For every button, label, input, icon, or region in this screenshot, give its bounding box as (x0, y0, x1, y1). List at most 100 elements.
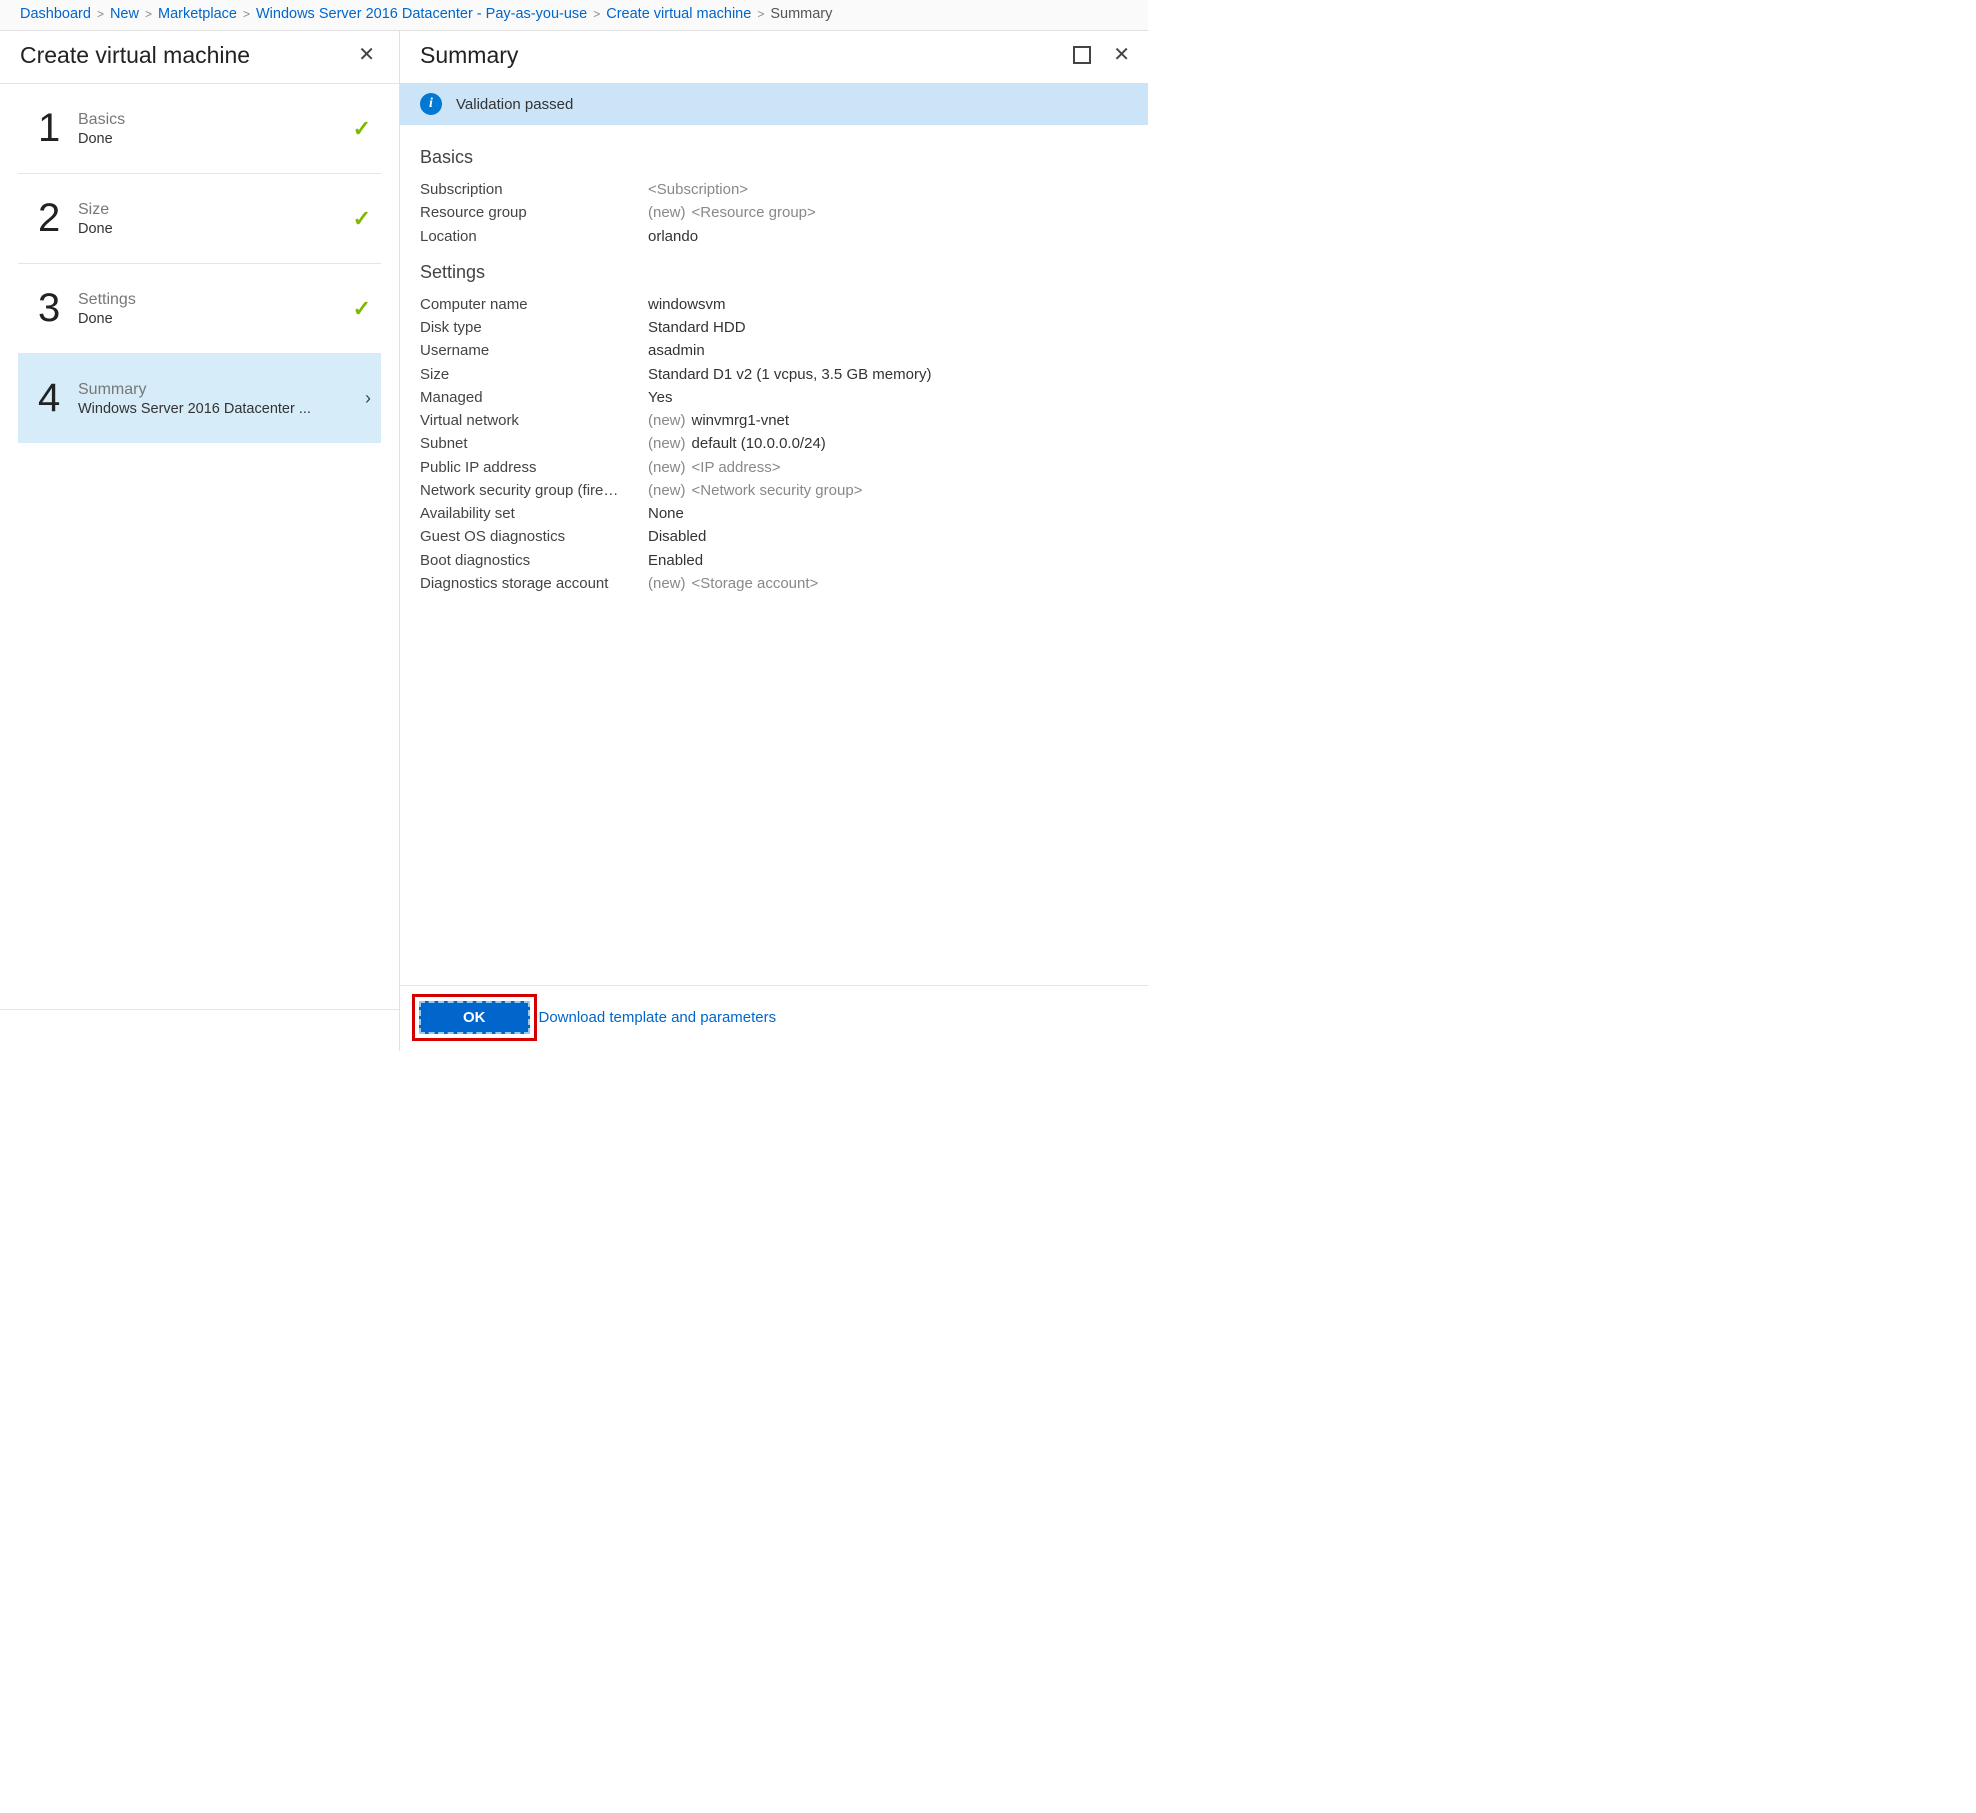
new-prefix: (new) (648, 459, 686, 476)
chevron-right-icon: > (145, 7, 152, 21)
kv-label: Public IP address (420, 456, 648, 479)
wizard-step[interactable]: 4Summary Windows Server 2016 Datacenter .… (18, 354, 381, 443)
kv-row: Resource group(new)<Resource group> (420, 201, 1128, 224)
kv-label: Availability set (420, 502, 648, 525)
kv-row: Guest OS diagnosticsDisabled (420, 525, 1128, 548)
kv-row: Diagnostics storage account(new)<Storage… (420, 572, 1128, 595)
download-template-link[interactable]: Download template and parameters (539, 1009, 777, 1026)
breadcrumb-item[interactable]: Windows Server 2016 Datacenter - Pay-as-… (256, 6, 587, 22)
kv-row: Usernameasadmin (420, 339, 1128, 362)
step-sublabel: Done (78, 221, 353, 237)
step-sublabel: Done (78, 131, 353, 147)
kv-value: (new)default (10.0.0.0/24) (648, 432, 826, 455)
kv-value: <Subscription> (648, 178, 748, 201)
kv-label: Managed (420, 386, 648, 409)
kv-row: SizeStandard D1 v2 (1 vcpus, 3.5 GB memo… (420, 363, 1128, 386)
kv-value: (new)<Resource group> (648, 201, 816, 224)
kv-value: asadmin (648, 339, 705, 362)
new-prefix: (new) (648, 435, 686, 452)
kv-value: Standard HDD (648, 316, 746, 339)
kv-label: Network security group (fire… (420, 479, 648, 502)
kv-label: Disk type (420, 316, 648, 339)
chevron-right-icon: > (593, 7, 600, 21)
close-icon[interactable]: ✕ (354, 41, 379, 69)
new-prefix: (new) (648, 412, 686, 429)
kv-value: orlando (648, 225, 698, 248)
step-number: 1 (38, 106, 78, 151)
left-panel-title: Create virtual machine (20, 42, 250, 69)
info-icon: i (420, 93, 442, 115)
kv-row: Locationorlando (420, 225, 1128, 248)
kv-row: Public IP address(new)<IP address> (420, 456, 1128, 479)
wizard-step[interactable]: 3Settings Done✓ (18, 264, 381, 354)
ok-highlight: OK (412, 994, 537, 1041)
new-prefix: (new) (648, 482, 686, 499)
restore-icon[interactable] (1073, 46, 1091, 64)
left-panel: Create virtual machine ✕ 1BasicsDone✓2Si… (0, 31, 400, 1051)
kv-row: ManagedYes (420, 386, 1128, 409)
check-icon: ✓ (353, 206, 371, 232)
kv-row: Computer namewindowsvm (420, 293, 1128, 316)
breadcrumb-item[interactable]: Create virtual machine (606, 6, 751, 22)
kv-value: (new)winvmrg1-vnet (648, 409, 789, 432)
step-sublabel: Done (78, 311, 353, 327)
check-icon: ✓ (353, 116, 371, 142)
kv-value: (new)<Storage account> (648, 572, 818, 595)
section-title: Settings (420, 262, 1128, 283)
step-label: Summary (78, 381, 365, 399)
validation-text: Validation passed (456, 96, 573, 113)
close-icon[interactable]: ✕ (1109, 41, 1134, 69)
kv-label: Computer name (420, 293, 648, 316)
chevron-right-icon: > (757, 7, 764, 21)
breadcrumb-item: Summary (770, 6, 832, 22)
kv-label: Subnet (420, 432, 648, 455)
right-panel-title: Summary (420, 42, 518, 69)
section-title: Basics (420, 147, 1128, 168)
validation-banner: i Validation passed (400, 83, 1148, 125)
kv-row: Subnet(new)default (10.0.0.0/24) (420, 432, 1128, 455)
step-number: 2 (38, 196, 78, 241)
kv-row: Network security group (fire…(new)<Netwo… (420, 479, 1128, 502)
kv-row: Disk typeStandard HDD (420, 316, 1128, 339)
kv-value: windowsvm (648, 293, 726, 316)
chevron-right-icon: > (243, 7, 250, 21)
new-prefix: (new) (648, 575, 686, 592)
kv-row: Subscription<Subscription> (420, 178, 1128, 201)
kv-label: Subscription (420, 178, 648, 201)
kv-value: Enabled (648, 549, 703, 572)
kv-label: Size (420, 363, 648, 386)
wizard-step[interactable]: 1Basics Done✓ (18, 84, 381, 174)
wizard-step[interactable]: 2Size Done✓ (18, 174, 381, 264)
kv-label: Boot diagnostics (420, 549, 648, 572)
kv-value: None (648, 502, 684, 525)
breadcrumb-item[interactable]: New (110, 6, 139, 22)
kv-label: Location (420, 225, 648, 248)
breadcrumb-item[interactable]: Dashboard (20, 6, 91, 22)
kv-label: Guest OS diagnostics (420, 525, 648, 548)
step-number: 3 (38, 286, 78, 331)
kv-row: Virtual network(new)winvmrg1-vnet (420, 409, 1128, 432)
step-sublabel: Windows Server 2016 Datacenter ... (78, 401, 365, 417)
step-label: Size (78, 201, 353, 219)
kv-label: Username (420, 339, 648, 362)
kv-value: Disabled (648, 525, 706, 548)
chevron-right-icon: > (97, 7, 104, 21)
check-icon: ✓ (353, 296, 371, 322)
kv-label: Diagnostics storage account (420, 572, 648, 595)
kv-label: Resource group (420, 201, 648, 224)
new-prefix: (new) (648, 204, 686, 221)
step-label: Basics (78, 111, 353, 129)
kv-value: Yes (648, 386, 672, 409)
kv-value: Standard D1 v2 (1 vcpus, 3.5 GB memory) (648, 363, 931, 386)
kv-value: (new)<Network security group> (648, 479, 862, 502)
ok-button[interactable]: OK (419, 1001, 530, 1034)
kv-row: Availability setNone (420, 502, 1128, 525)
step-number: 4 (38, 376, 78, 421)
kv-label: Virtual network (420, 409, 648, 432)
right-panel: Summary ✕ i Validation passed Basics Subs… (400, 31, 1148, 1051)
breadcrumb-item[interactable]: Marketplace (158, 6, 237, 22)
chevron-right-icon: › (365, 388, 371, 409)
kv-value: (new)<IP address> (648, 456, 780, 479)
breadcrumb: Dashboard > New > Marketplace > Windows Server… (0, 0, 1148, 31)
step-label: Settings (78, 291, 353, 309)
